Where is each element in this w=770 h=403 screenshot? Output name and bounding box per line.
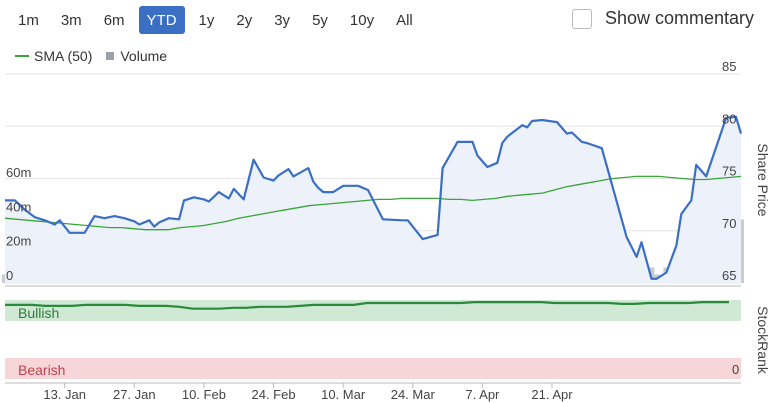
price-chart: 85 80 75 70 65 60m 40m 20m 0 Share Price Bullis… [2,59,770,402]
price-tick-label: 80 [722,111,736,126]
price-tick-label: 70 [722,216,736,231]
x-tick-label: 21. Apr [531,387,573,402]
x-tick-label: 24. Mar [391,387,436,402]
bullish-label: Bullish [18,305,59,321]
bearish-band [5,358,741,379]
x-tick-label: 10. Feb [182,387,226,402]
stockrank-axis-title: StockRank [755,306,770,375]
price-tick-label: 85 [722,59,736,74]
price-axis-title: Share Price [755,143,770,216]
x-axis-ticks: 13. Jan 27. Jan 10. Feb 24. Feb 10. Mar 24. M… [43,383,573,402]
price-tick-label: 65 [722,268,736,283]
x-tick-label: 13. Jan [43,387,86,402]
price-tick-label: 75 [722,164,736,179]
x-tick-label: 7. Apr [465,387,500,402]
volume-tick-label: 0 [6,268,13,283]
volume-tick-label: 40m [6,199,31,214]
bearish-label: Bearish [18,362,65,378]
stockrank-zero-tick: 0 [732,362,739,377]
volume-tick-label: 20m [6,234,31,249]
x-tick-label: 10. Mar [321,387,366,402]
x-tick-label: 27. Jan [113,387,156,402]
volume-tick-label: 60m [6,165,31,180]
x-tick-label: 24. Feb [251,387,295,402]
